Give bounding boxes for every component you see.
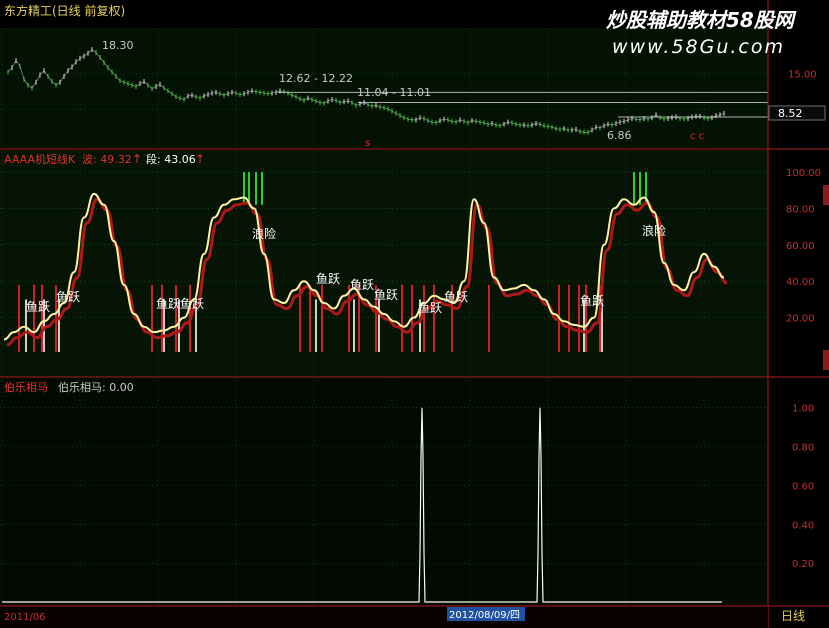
osc-y-tick: 80.00 <box>786 204 815 215</box>
osc-wave-value: 波: 49.32 <box>82 153 132 166</box>
chart-canvas: sc c 鱼跃鱼跃鱼跃鱼跃浪险鱼跃鱼跃鱼跃鱼跃鱼跃鱼跃浪险 15.0010.00… <box>0 0 829 628</box>
osc-signal-label: 鱼跃 <box>180 297 204 311</box>
osc-signal-label: 鱼跃 <box>56 290 80 304</box>
price-high-label: 18.30 <box>102 39 134 52</box>
axis-edge-marker <box>823 350 829 370</box>
osc-signal-label: 鱼跃 <box>444 290 468 304</box>
last-price-label: 8.52 <box>778 107 803 120</box>
price-y-tick: 15.00 <box>788 70 817 81</box>
osc-y-tick: 60.00 <box>786 241 815 252</box>
footer-bar <box>0 607 768 628</box>
osc-segment-arrow: ↑ <box>195 152 205 166</box>
footer-date-highlight: 2012/08/09/四 <box>449 610 520 621</box>
osc-segment-value: 段: 43.06 <box>146 152 196 166</box>
signal-panel-bg <box>0 378 768 606</box>
signal-y-tick: 0.40 <box>792 520 814 531</box>
signal-y-tick: 1.00 <box>792 404 814 415</box>
signal-y-tick: 0.60 <box>792 481 814 492</box>
osc-wave-arrow: ↑ <box>132 152 142 166</box>
watermark-url: www.58Gu.com <box>612 36 785 58</box>
chart-stage: sc c 鱼跃鱼跃鱼跃鱼跃浪险鱼跃鱼跃鱼跃鱼跃鱼跃鱼跃浪险 15.0010.00… <box>0 0 829 628</box>
osc-signal-label: 鱼跃 <box>580 294 604 308</box>
osc-signal-label: 浪险 <box>642 223 666 238</box>
osc-signal-label: 鱼跃 <box>316 272 340 286</box>
watermark-title: 炒股辅助教材58股网 <box>606 8 797 32</box>
osc-signal-label: 鱼跃 <box>156 297 180 311</box>
price-low-label: 6.86 <box>607 129 632 142</box>
osc-panel-bg <box>0 150 768 377</box>
osc-y-tick: 100.00 <box>786 168 821 179</box>
signal-value-label: 伯乐相马: 0.00 <box>58 380 134 394</box>
footer-date-left: 2011/06 <box>4 612 46 623</box>
price-red-mark: c c <box>690 131 704 142</box>
axis-edge-marker <box>823 185 829 205</box>
axis-layer: 15.0010.00100.0080.0060.0040.0020.001.00… <box>786 70 829 570</box>
price-range1-label: 12.62 - 12.22 <box>279 72 353 85</box>
osc-signal-label: 鱼跃 <box>418 301 442 315</box>
signal-y-tick: 0.80 <box>792 443 814 454</box>
osc-y-tick: 20.00 <box>786 314 815 325</box>
osc-signal-label: 鱼跃 <box>374 288 398 302</box>
osc-y-tick: 40.00 <box>786 277 815 288</box>
osc-signal-label: 鱼跃 <box>350 278 374 292</box>
signal-indicator-name: 伯乐相马 <box>4 380 48 394</box>
osc-signal-label: 浪险 <box>252 226 276 241</box>
signal-y-tick: 0.20 <box>792 559 814 570</box>
price-range2-label: 11.04 - 11.01 <box>357 86 431 99</box>
footer-period[interactable]: 日线 <box>781 609 805 623</box>
osc-signal-label: 鱼跃 <box>26 300 50 314</box>
osc-indicator-name: AAAA机短线K <box>4 152 76 166</box>
stock-title: 东方精工(日线 前复权) <box>4 3 125 18</box>
price-red-mark: s <box>365 138 370 149</box>
